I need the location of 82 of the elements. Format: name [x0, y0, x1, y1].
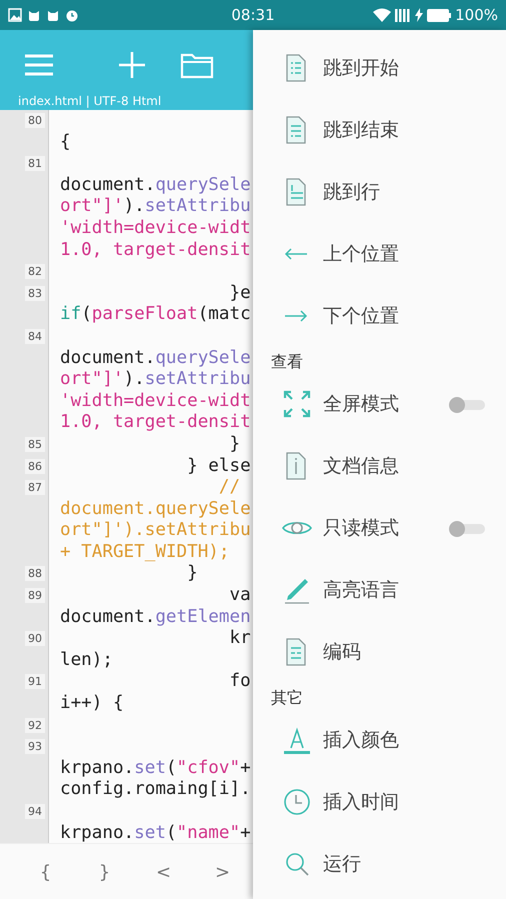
- menu-item[interactable]: 上个位置: [253, 223, 506, 285]
- line-number: 93: [25, 739, 45, 754]
- menu-item[interactable]: 插入时间: [253, 771, 506, 833]
- menu-icon: [24, 53, 54, 77]
- line-number: 90: [25, 631, 45, 646]
- signal-icon: [395, 8, 412, 22]
- code-line: document.getElemen: [60, 606, 251, 628]
- toggle-switch[interactable]: [449, 521, 487, 537]
- cat-icon: [27, 8, 41, 22]
- menu-item[interactable]: 文档信息: [253, 435, 506, 497]
- menu-item[interactable]: 只读模式: [253, 497, 506, 559]
- line-number: 94: [25, 804, 45, 819]
- symbol-key[interactable]: {: [16, 858, 75, 886]
- folder-icon: [180, 51, 214, 79]
- clock-icon: [281, 786, 313, 818]
- code-line: if(parseFloat(matc: [60, 304, 251, 326]
- symbol-key[interactable]: }: [75, 858, 134, 886]
- menu-item[interactable]: 插入颜色: [253, 709, 506, 771]
- code-line: } else: [186, 456, 251, 478]
- code-line: 'width=device-widt: [60, 390, 251, 412]
- code-line: config.romaing[i].: [60, 779, 251, 801]
- code-line: kr: [228, 628, 251, 650]
- code-line: ort"]').setAttribu: [60, 369, 251, 391]
- line-number: 91: [25, 674, 45, 690]
- new-file-button[interactable]: [118, 51, 146, 79]
- line-number: 81: [25, 156, 45, 172]
- cat-icon: [46, 8, 60, 22]
- code-line: ort"]').setAttribu: [60, 196, 251, 218]
- battery-icon: [427, 8, 452, 22]
- menu-item[interactable]: 编码: [253, 621, 506, 683]
- code-line: va: [228, 585, 251, 607]
- line-number: 88: [25, 566, 45, 582]
- gallery-icon: [8, 8, 22, 22]
- file-info: index.html | UTF-8 Html: [17, 94, 162, 108]
- code-line: }e: [228, 282, 251, 304]
- open-folder-button[interactable]: [180, 51, 214, 79]
- code-line: fo: [228, 671, 251, 694]
- code-line: }: [228, 434, 240, 456]
- fullscreen-icon: [281, 388, 313, 420]
- code-line: ort"]').setAttribu: [60, 520, 251, 542]
- menu-button[interactable]: [24, 53, 54, 77]
- code-line: + TARGET_WIDTH);: [60, 542, 230, 564]
- charging-icon: [415, 8, 424, 22]
- line-number: 83: [25, 286, 45, 301]
- menu-item[interactable]: 下个位置: [253, 285, 506, 347]
- clock-icon: [65, 8, 79, 22]
- menu-item[interactable]: 跳到结束: [253, 99, 506, 161]
- line-number: 87: [25, 480, 45, 496]
- code-line: i++) {: [60, 693, 125, 715]
- code-line: document.querySele: [60, 498, 251, 520]
- menu-item[interactable]: 全屏模式: [253, 373, 506, 435]
- line-number: 80: [25, 113, 45, 128]
- line-number: 82: [25, 264, 45, 280]
- line-number: 84: [25, 328, 45, 344]
- line-number: 86: [25, 458, 45, 474]
- menu-item[interactable]: 跳到行: [253, 161, 506, 223]
- code-line: {: [60, 132, 71, 154]
- menu-item[interactable]: 跳到开始: [253, 37, 506, 99]
- code-line: document.querySele: [60, 174, 251, 196]
- code-line: 1.0, target-densit: [60, 240, 251, 262]
- code-line: document.querySele: [60, 348, 251, 370]
- toggle-switch[interactable]: [449, 397, 487, 413]
- code-line: }: [186, 563, 198, 586]
- section-heading: 其它: [271, 688, 303, 708]
- battery-level: 100%: [455, 6, 498, 24]
- menu-item[interactable]: 运行: [253, 833, 506, 895]
- wifi-icon: [373, 8, 392, 22]
- symbol-key[interactable]: >: [193, 858, 252, 886]
- code-line: 1.0, target-densit: [60, 412, 251, 434]
- plus-icon: [118, 51, 146, 79]
- code-line: 'width=device-widt: [60, 218, 251, 240]
- code-line: krpano.set("cfov"+: [60, 758, 251, 780]
- menu-item[interactable]: 高亮语言: [253, 559, 506, 621]
- code-line: krpano.set("name"+: [60, 822, 251, 843]
- code-line: len);: [60, 650, 114, 672]
- clock-time: 08:31: [231, 6, 275, 24]
- line-number: 89: [25, 588, 45, 604]
- symbol-key[interactable]: <: [134, 858, 193, 886]
- section-heading: 查看: [271, 352, 303, 372]
- line-number: 85: [25, 436, 45, 452]
- line-number: 92: [25, 718, 45, 733]
- code-line: //: [218, 477, 242, 499]
